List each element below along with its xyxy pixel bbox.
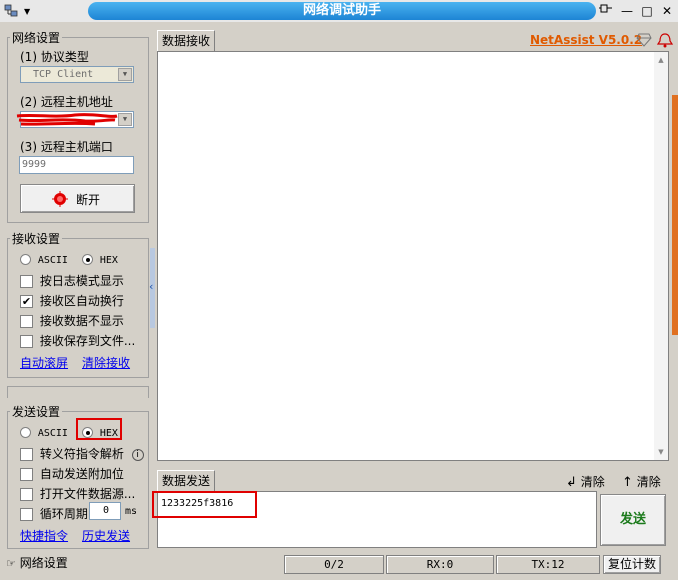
connection-status-icon: [52, 191, 68, 207]
checkbox-icon: [20, 275, 33, 288]
clear-all-button[interactable]: ↑ 清除: [622, 473, 661, 490]
side-accent-bar: [672, 95, 678, 335]
clear-receive-link[interactable]: 清除接收: [82, 354, 130, 371]
checkbox-icon: [20, 315, 33, 328]
clear-send-button[interactable]: ↲ 清除: [566, 473, 605, 490]
bell-icon[interactable]: [656, 32, 674, 48]
brand-link[interactable]: NetAssist V5.0.2: [530, 33, 642, 47]
port-label: (3) 远程主机端口: [20, 140, 113, 154]
receive-option-hide-data[interactable]: 接收数据不显示: [20, 312, 124, 329]
minimize-button[interactable]: —: [617, 3, 637, 19]
collapsed-group-strip: [7, 386, 149, 398]
send-option-cycle[interactable]: 循环周期: [20, 505, 88, 522]
checkbox-icon: [20, 508, 33, 521]
receive-area[interactable]: ▲ ▼: [157, 51, 669, 461]
pin-button[interactable]: [596, 3, 616, 19]
checkbox-icon: [20, 488, 33, 501]
disconnect-label: 断开: [76, 193, 101, 207]
close-icon: ✕: [661, 4, 673, 18]
minimize-icon: —: [621, 4, 633, 18]
pin-icon: [599, 4, 612, 13]
status-counter: 0/2: [284, 555, 384, 574]
send-settings-legend: 发送设置: [12, 405, 61, 419]
host-label: (2) 远程主机地址: [20, 95, 113, 109]
protocol-value: TCP Client: [33, 69, 94, 80]
send-button[interactable]: 发送: [600, 494, 666, 546]
checkbox-icon: [20, 448, 33, 461]
receive-scrollbar[interactable]: ▲ ▼: [654, 52, 668, 460]
input-highlight-box: [152, 491, 257, 518]
send-history-link[interactable]: 历史发送: [82, 527, 130, 544]
chevron-left-icon: ‹: [149, 280, 154, 293]
scroll-up-icon[interactable]: ▲: [654, 56, 668, 64]
scroll-down-icon[interactable]: ▼: [654, 448, 668, 456]
status-tx: TX:12: [496, 555, 600, 574]
checkbox-checked-icon: ✔: [20, 295, 33, 308]
info-icon[interactable]: i: [131, 448, 144, 461]
tab-send[interactable]: 数据发送: [157, 470, 216, 491]
chevron-down-icon: ▼: [118, 113, 132, 126]
hex-highlight-box: [76, 418, 122, 440]
system-menu[interactable]: ▼: [4, 3, 42, 19]
checkbox-icon: [20, 468, 33, 481]
maximize-icon: □: [641, 4, 653, 18]
send-option-file-source[interactable]: 打开文件数据源...: [20, 485, 135, 502]
redaction-scribble: [16, 113, 118, 126]
window-title: 网络调试助手: [88, 2, 596, 20]
radio-selected-icon: [82, 254, 93, 265]
up-arrow-icon: ↑: [622, 475, 633, 490]
receive-hex-radio[interactable]: HEX: [82, 252, 118, 266]
receive-option-log-mode[interactable]: 按日志模式显示: [20, 272, 124, 289]
auto-scroll-link[interactable]: 自动滚屏: [20, 354, 68, 371]
send-ascii-radio[interactable]: ASCII: [20, 425, 68, 439]
panel-splitter[interactable]: ‹: [149, 248, 155, 328]
protocol-label: (1) 协议类型: [20, 50, 89, 64]
disconnect-button[interactable]: 断开: [20, 184, 135, 213]
receive-option-save-file[interactable]: 接收保存到文件...: [20, 332, 135, 349]
settings-hand-icon: ☞: [6, 557, 16, 570]
receive-settings-legend: 接收设置: [12, 232, 61, 246]
status-left: ☞ 网络设置: [6, 556, 68, 570]
cycle-unit: ms: [125, 506, 138, 517]
reset-count-button[interactable]: 复位计数: [603, 555, 661, 574]
network-icon: [4, 4, 18, 17]
quick-command-link[interactable]: 快捷指令: [20, 527, 68, 544]
receive-option-auto-wrap[interactable]: ✔ 接收区自动换行: [20, 292, 124, 309]
status-rx: RX:0: [386, 555, 494, 574]
diamond-icon[interactable]: [636, 33, 652, 47]
send-option-auto-append[interactable]: 自动发送附加位: [20, 465, 124, 482]
network-settings-legend: 网络设置: [12, 31, 61, 45]
port-input[interactable]: 9999: [19, 156, 134, 174]
undo-arrow-icon: ↲: [566, 475, 577, 490]
radio-icon: [20, 254, 31, 265]
cycle-period-input[interactable]: 0: [89, 502, 121, 520]
receive-ascii-radio[interactable]: ASCII: [20, 252, 68, 266]
checkbox-icon: [20, 335, 33, 348]
maximize-button[interactable]: □: [637, 3, 657, 19]
chevron-down-icon: ▼: [118, 68, 132, 81]
radio-icon: [20, 427, 31, 438]
title-bar: ▼ 网络调试助手 — □ ✕: [0, 0, 678, 22]
tab-receive[interactable]: 数据接收: [157, 30, 216, 51]
chevron-down-icon: ▼: [24, 6, 31, 16]
close-button[interactable]: ✕: [657, 3, 677, 19]
protocol-select[interactable]: TCP Client ▼: [20, 66, 134, 83]
host-select[interactable]: ▼: [16, 111, 134, 128]
send-option-escape-parse[interactable]: 转义符指令解析 i: [20, 445, 144, 462]
